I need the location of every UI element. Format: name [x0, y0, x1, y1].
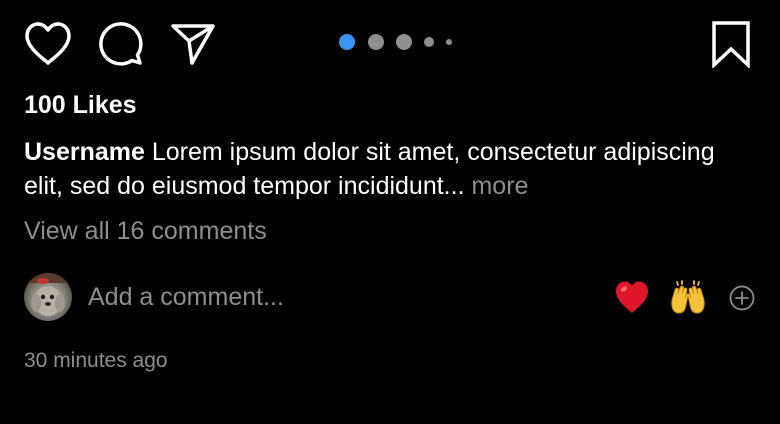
carousel-dot	[396, 34, 412, 50]
more-link[interactable]: more	[471, 172, 528, 200]
raised-hands-reaction-icon[interactable]	[669, 280, 707, 316]
carousel-dot	[446, 39, 452, 45]
like-heart-icon[interactable]	[24, 21, 72, 67]
likes-count[interactable]: 100 Likes	[24, 90, 137, 120]
carousel-dot	[424, 37, 434, 47]
add-comment-input[interactable]: Add a comment...	[88, 281, 284, 313]
post-timestamp: 30 minutes ago	[24, 349, 168, 372]
add-reaction-plus-icon[interactable]	[728, 284, 756, 312]
view-all-comments-link[interactable]: View all 16 comments	[24, 215, 267, 247]
carousel-dot	[368, 34, 384, 50]
share-paper-plane-icon[interactable]	[170, 22, 216, 66]
heart-reaction-icon[interactable]	[614, 280, 650, 316]
avatar[interactable]	[24, 273, 72, 321]
comment-bubble-icon[interactable]	[97, 20, 145, 68]
carousel-dot-active	[339, 34, 355, 50]
post-caption: Username Lorem ipsum dolor sit amet, con…	[24, 135, 744, 203]
save-bookmark-icon[interactable]	[710, 20, 752, 68]
caption-username[interactable]: Username	[24, 138, 145, 166]
carousel-indicator	[339, 33, 459, 51]
